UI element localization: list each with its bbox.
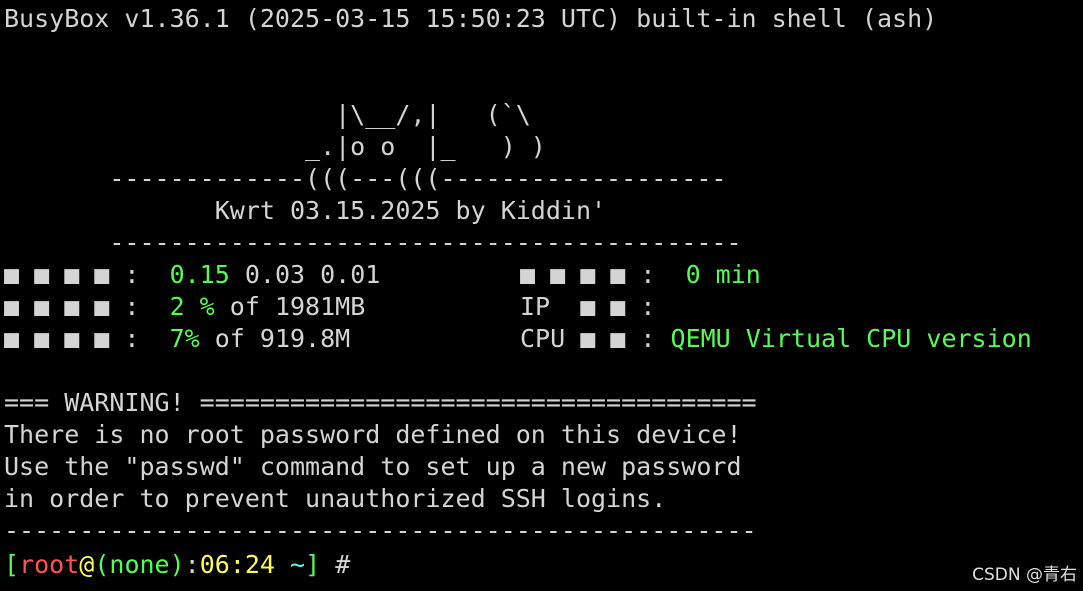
stats-ip: IP ■ ■ : — [520, 291, 655, 323]
prompt-user: root — [19, 550, 80, 579]
load-rest: 0.03 0.01 — [229, 260, 381, 289]
memory-rest: of 919.8M — [199, 324, 351, 353]
warning-line-3: in order to prevent unauthorized SSH log… — [4, 484, 667, 513]
banner-divider-bottom: ----------------------------------------… — [4, 228, 742, 257]
prompt-colon: : — [184, 550, 200, 579]
warning-footer: ----------------------------------------… — [4, 516, 757, 545]
ascii-art-line-2: _.|o o |_ ) ) — [4, 132, 546, 161]
stats-label: ■ ■ ■ ■ : — [4, 292, 170, 321]
prompt-close-bracket: ] — [305, 550, 321, 579]
cpu-label: CPU ■ ■ : — [520, 324, 671, 353]
prompt-time: 06:24 — [199, 550, 275, 579]
shell-prompt[interactable]: [root@(none):06:24 ~] # — [4, 549, 350, 581]
prompt-at: @ — [79, 550, 95, 579]
stats-label: ■ ■ ■ ■ : — [4, 260, 170, 289]
warning-line-2: Use the "passwd" command to set up a new… — [4, 452, 742, 481]
banner-title: Kwrt 03.15.2025 by Kiddin' — [4, 196, 607, 225]
prompt-cwd: ~ — [274, 550, 306, 579]
storage-value: 2 % — [169, 292, 215, 321]
shell-header: BusyBox v1.36.1 (2025-03-15 15:50:23 UTC… — [4, 4, 938, 33]
stats-label: ■ ■ ■ ■ : — [520, 260, 686, 289]
banner-divider-top: -------------(((---(((------------------… — [4, 164, 727, 193]
uptime-value: 0 min — [685, 260, 761, 289]
warning-line-1: There is no root password defined on thi… — [4, 420, 742, 449]
warning-header: === WARNING! ===========================… — [4, 388, 757, 417]
watermark: CSDN @青右 — [972, 565, 1077, 585]
stats-uptime: ■ ■ ■ ■ : 0 min — [520, 259, 761, 291]
stats-row-memory: ■ ■ ■ ■ : 7% of 919.8M — [4, 323, 350, 355]
prompt-symbol: # — [320, 550, 351, 579]
stats-row-storage: ■ ■ ■ ■ : 2 % of 1981MB — [4, 291, 365, 323]
load-value: 0.15 — [169, 260, 230, 289]
stats-row-load: ■ ■ ■ ■ : 0.15 0.03 0.01 — [4, 259, 380, 291]
prompt-open-bracket: [ — [4, 550, 20, 579]
cpu-value: QEMU Virtual CPU version — [670, 324, 1032, 353]
storage-rest: of 1981MB — [214, 292, 366, 321]
memory-value: 7% — [169, 324, 200, 353]
ascii-art-line-1: |\__/,| (`\ — [4, 100, 531, 129]
ip-label: IP ■ ■ : — [520, 292, 656, 321]
stats-label: ■ ■ ■ ■ : — [4, 324, 170, 353]
prompt-host: (none) — [94, 550, 185, 579]
stats-cpu: CPU ■ ■ : QEMU Virtual CPU version — [520, 323, 1032, 355]
